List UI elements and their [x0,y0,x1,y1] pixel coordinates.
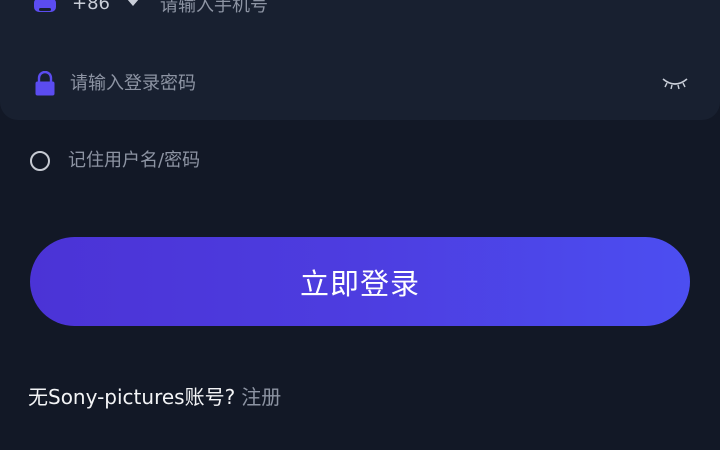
password-input[interactable] [70,70,630,96]
no-account-text: 无Sony-pictures账号? [28,385,236,409]
remember-label: 记住用户名/密码 [68,150,201,171]
login-page: +86 记住用户名/密码 立即登录 无Sony-pictures账号?注册 [0,0,720,450]
eye-closed-icon[interactable] [660,73,690,93]
chevron-down-icon[interactable] [127,0,139,6]
remember-radio[interactable] [30,151,50,171]
lock-icon [33,70,57,96]
country-code[interactable]: +86 [72,0,110,16]
register-link[interactable]: 注册 [241,385,281,409]
password-field-row [0,64,720,102]
register-prompt-line: 无Sony-pictures账号? 注册 [28,384,281,410]
remember-me-toggle[interactable]: 记住用户名/密码 [30,149,200,173]
phone-field-row: +86 [0,0,720,20]
phone-icon [33,0,57,18]
phone-input[interactable] [160,0,620,18]
login-button[interactable]: 立即登录 [30,237,690,326]
